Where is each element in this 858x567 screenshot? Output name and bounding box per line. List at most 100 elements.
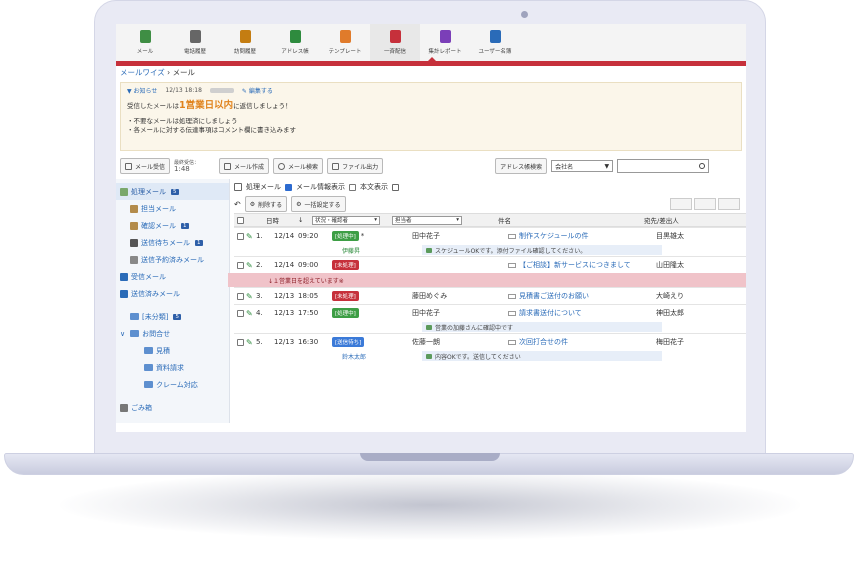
resize-columns-icon[interactable] — [392, 183, 399, 191]
to-name: 神田太郎 — [656, 309, 684, 317]
edit-icon[interactable]: ✎ — [246, 292, 256, 301]
bulk-setting-button[interactable]: ⚙ 一括設定する — [291, 196, 346, 212]
subject-cell[interactable]: 見積書ご送付のお願い — [508, 291, 656, 301]
subject-link[interactable]: 次回打合せの件 — [519, 338, 568, 346]
breadcrumb-parent[interactable]: メールワイズ — [120, 68, 165, 77]
table-row[interactable]: ✎ 3. 12/13 18:05 [未処理] 藤田めぐみ 見積書ご送付のお願い 大崎えり — [234, 287, 746, 304]
select-all-checkbox[interactable] — [236, 216, 244, 224]
table-row[interactable]: ✎ 2. 12/14 09:00 [未処理] 【ご相談】新サービスにつきまして 山田隆太 — [234, 256, 746, 273]
undo-icon[interactable]: ↶ — [234, 200, 241, 209]
edit-icon[interactable]: ✎ — [246, 232, 256, 241]
status-cell: [未処理] — [332, 291, 412, 301]
edit-icon[interactable]: ✎ — [246, 309, 256, 318]
sidebar-item[interactable]: 送信待ちメール 1 — [116, 234, 229, 251]
nav-item-user-list[interactable]: ユーザー名簿 — [470, 24, 520, 61]
mail-envelope-icon — [508, 233, 516, 239]
sidebar-item[interactable]: 資料請求 — [116, 359, 229, 376]
prev-page-button[interactable] — [694, 198, 716, 210]
status-badge[interactable]: [未処理] — [332, 260, 359, 270]
header-datetime[interactable]: 日時 — [246, 215, 298, 225]
show-info-checkbox[interactable] — [285, 183, 292, 191]
sidebar-item[interactable]: 見積 — [116, 342, 229, 359]
sidebar-item-label: [未分類] — [142, 312, 169, 321]
gear-icon: ⚙ — [249, 200, 256, 208]
subject-cell[interactable]: 【ご相談】新サービスにつきまして — [508, 260, 656, 270]
nav-item-visit-log[interactable]: 訪問履歴 — [220, 24, 270, 61]
delete-button[interactable]: ⚙ 削除する — [244, 196, 288, 212]
table-row[interactable]: ✎ 5. 12/13 16:30 [送信待ち] 佐藤一朗 次回打合せの件 梅田花子 鈴木太郎 内容… — [234, 333, 746, 362]
status-badge[interactable]: [未処理] — [332, 291, 359, 301]
sidebar-item[interactable]: 処理メール 5 — [116, 183, 229, 200]
next-page-button[interactable] — [718, 198, 740, 210]
mail-icon — [139, 30, 151, 43]
status-badge[interactable]: [処理中] — [332, 308, 359, 318]
edit-icon[interactable]: ✎ — [246, 338, 256, 347]
sort-desc-icon[interactable]: ↓ — [298, 216, 312, 224]
list-view-icon[interactable] — [234, 183, 242, 191]
address-book-search-button[interactable]: アドレス帳検索 — [495, 158, 548, 174]
search-input[interactable] — [617, 159, 710, 173]
sidebar-item[interactable]: 受信メール — [116, 268, 229, 285]
responsible-filter-select[interactable]: 担当者 ▾ — [392, 215, 462, 225]
subject-cell[interactable]: 制作スケジュールの件 — [508, 231, 656, 241]
show-body-checkbox[interactable] — [349, 183, 356, 191]
row-checkbox[interactable] — [236, 309, 244, 317]
sidebar-item[interactable]: 送信予約済みメール — [116, 251, 229, 268]
row-checkbox[interactable] — [236, 261, 244, 269]
subject-link[interactable]: 見積書ご送付のお願い — [519, 292, 589, 300]
row-checkbox-cell — [234, 261, 246, 269]
sidebar-item-label: 受信メール — [131, 272, 166, 281]
file-export-button[interactable]: ファイル出力 — [327, 158, 384, 174]
table-row[interactable]: ✎ 4. 12/13 17:50 [処理中] 田中花子 請求書送付について 神田太郎 営業の加藤… — [234, 304, 746, 333]
nav-item-mail[interactable]: メール — [120, 24, 170, 61]
first-page-button[interactable] — [670, 198, 692, 210]
status-badge[interactable]: [処理中] — [332, 231, 359, 241]
sidebar-item[interactable]: ごみ箱 — [116, 399, 229, 416]
search-mail-button[interactable]: メール検索 — [273, 158, 324, 174]
receive-mail-button[interactable]: メール受信 — [120, 158, 171, 174]
company-select[interactable]: 会社名 ▼ — [551, 160, 614, 172]
sidebar-item[interactable]: 確認メール 1 — [116, 217, 229, 234]
comment-icon — [426, 247, 432, 253]
sidebar-item[interactable]: 担当メール — [116, 200, 229, 217]
subject-cell[interactable]: 請求書送付について — [508, 308, 656, 318]
notice-edit-link[interactable]: ✎ 編集する — [242, 86, 273, 95]
breadcrumb-separator: › — [167, 68, 171, 77]
nav-accent-bar — [116, 57, 746, 66]
folder-icon — [144, 381, 153, 388]
sidebar-item[interactable]: ∨ お問合せ — [116, 325, 229, 342]
subject-cell[interactable]: 次回打合せの件 — [508, 337, 656, 347]
chevron-down-icon[interactable]: ∨ — [120, 330, 125, 338]
table-row[interactable]: ✎ 1. 12/14 09:20 [処理中] * 田中花子 制作スケジュールの件 目黒雄太 伊藤昇… — [234, 227, 746, 256]
redacted-user-name — [209, 88, 234, 93]
sidebar-item[interactable]: [未分類] 5 — [116, 308, 229, 325]
overdue-warning-bar: ↓１営業日を超えています※ — [228, 273, 746, 287]
row-date: 12/14 — [274, 261, 295, 269]
nav-item-template[interactable]: テンプレート — [320, 24, 370, 61]
table-row-main: ✎ 4. 12/13 17:50 [処理中] 田中花子 請求書送付について 神田太郎 — [234, 305, 746, 321]
notice-toggle[interactable]: ▼ お知らせ — [127, 86, 157, 95]
compose-mail-button[interactable]: メール作成 — [219, 158, 270, 174]
folder-icon — [144, 364, 153, 371]
sidebar-item[interactable]: 送信済みメール — [116, 285, 229, 302]
row-checkbox[interactable] — [236, 232, 244, 240]
nav-item-broadcast[interactable]: 一斉配信 — [370, 24, 420, 61]
nav-item-phone-log[interactable]: 電話履歴 — [170, 24, 220, 61]
sent-icon — [120, 289, 128, 298]
status-badge[interactable]: [送信待ち] — [332, 337, 365, 347]
subject-link[interactable]: 請求書送付について — [519, 309, 582, 317]
nav-item-address-book[interactable]: アドレス帳 — [270, 24, 320, 61]
sidebar-item[interactable]: クレーム対応 — [116, 376, 229, 393]
row-checkbox[interactable] — [236, 338, 244, 346]
magnifier-icon[interactable] — [699, 163, 706, 169]
subject-link[interactable]: 【ご相談】新サービスにつきまして — [519, 261, 631, 269]
status-filter-select[interactable]: 状況・確認者 ▾ — [312, 215, 380, 225]
template-icon — [339, 30, 351, 43]
row-checkbox-cell — [234, 309, 246, 317]
subject-link[interactable]: 制作スケジュールの件 — [519, 232, 589, 240]
nav-item-report[interactable]: 集計レポート — [420, 24, 470, 61]
search-icon — [278, 162, 286, 170]
row-checkbox[interactable] — [236, 292, 244, 300]
webcam — [521, 11, 528, 18]
edit-icon[interactable]: ✎ — [246, 261, 256, 270]
